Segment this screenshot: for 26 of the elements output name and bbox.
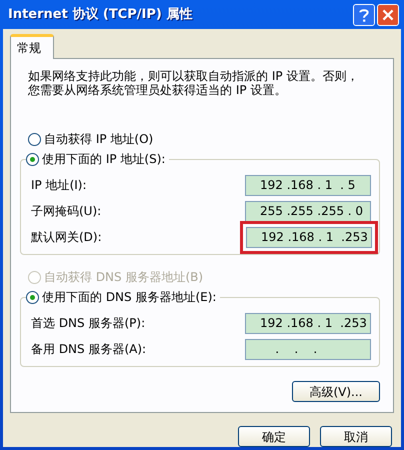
help-icon[interactable]	[353, 4, 375, 26]
ip-address-field[interactable]: . . .	[245, 338, 371, 360]
radio-button[interactable]	[28, 132, 41, 146]
option-label: 使用下面的 DNS 服务器地址(E):	[42, 289, 216, 306]
radio-button[interactable]	[26, 290, 39, 304]
ip-address-field[interactable]: 255 .255 .255 . 0	[245, 200, 371, 222]
field-label: 子网掩码(U):	[31, 203, 102, 220]
disabled-option-label: 自动获得 DNS 服务器地址(B)	[44, 269, 204, 286]
field-label: 备用 DNS 服务器(A):	[31, 341, 146, 358]
ip-address-field[interactable]: 192 .168 . 1 .253	[245, 312, 371, 334]
advanced-button[interactable]: 高级(V)...	[292, 381, 380, 402]
description-text: 您需要从网络系统管理员处获得适当的 IP 设置。	[28, 83, 288, 97]
field-label: IP 地址(I):	[31, 177, 87, 194]
option-label: 使用下面的 IP 地址(S):	[42, 151, 166, 168]
radio-button[interactable]	[26, 152, 39, 166]
tab[interactable]: 常规	[10, 34, 54, 59]
cancel-button[interactable]: 取消	[320, 426, 392, 447]
ip-address-field[interactable]: 192 .168 . 1 . 5	[245, 174, 371, 196]
close-icon[interactable]	[377, 4, 399, 26]
ok-button[interactable]: 确定	[238, 426, 310, 447]
description-text: 如果网络支持此功能，则可以获取自动指派的 IP 设置。否则，	[28, 69, 360, 83]
option-label: 自动获得 IP 地址(O)	[44, 131, 154, 148]
window-title: Internet 协议 (TCP/IP) 属性	[8, 6, 194, 24]
field-label: 默认网关(D):	[31, 229, 102, 246]
field-label: 首选 DNS 服务器(P):	[31, 315, 146, 332]
ip-address-field[interactable]: 192 .168 . 1 .253	[246, 226, 372, 248]
